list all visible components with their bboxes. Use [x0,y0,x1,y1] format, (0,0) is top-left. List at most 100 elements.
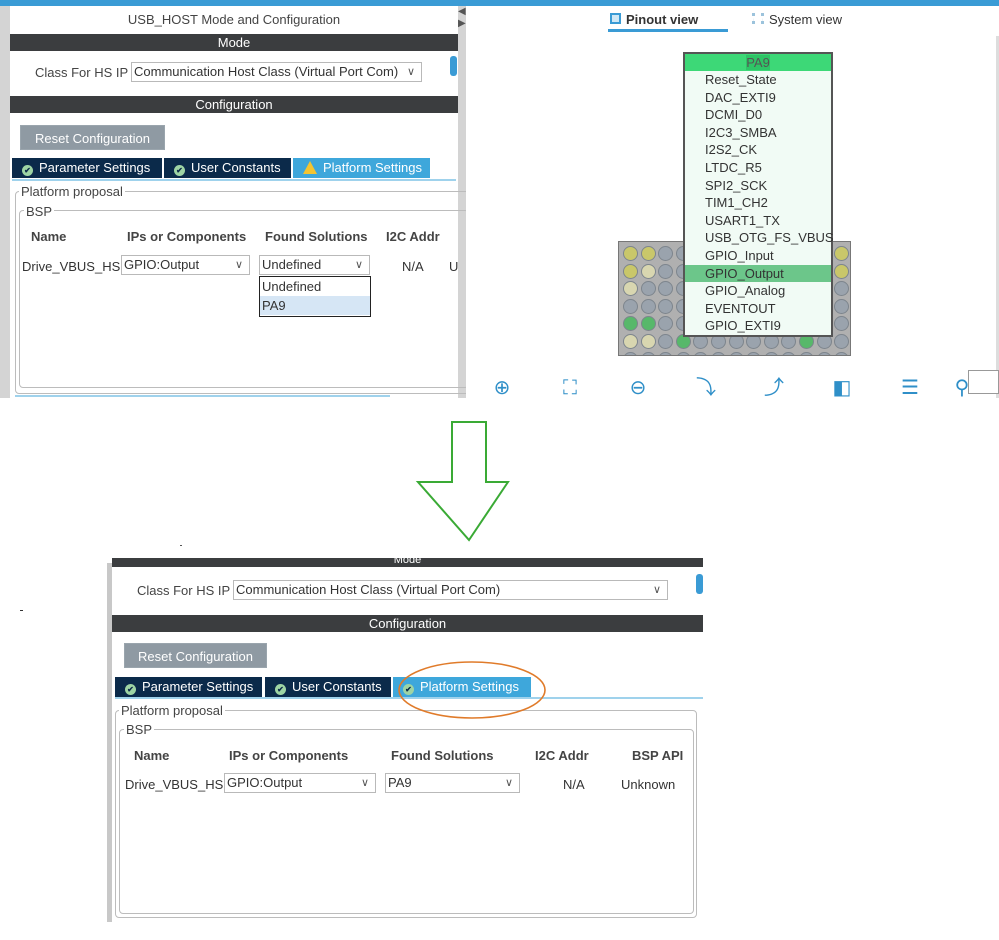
pin[interactable] [623,281,638,297]
pin[interactable] [658,298,674,314]
pin-menu-item[interactable]: GPIO_Analog [685,282,831,300]
pin-menu-item[interactable]: TIM1_CH2 [685,194,831,212]
pin[interactable] [623,316,638,332]
pin[interactable] [658,334,674,349]
option-undefined[interactable]: Undefined [260,277,370,296]
rotate-left-icon[interactable]: ⤴ [762,376,786,400]
flip-vertical-icon[interactable]: ◧ [830,376,854,400]
tab-platform-settings[interactable]: Platform Settings [293,158,430,178]
pin[interactable] [675,351,691,355]
zoom-in-icon[interactable]: ⊕ [490,376,514,400]
pin-menu-item[interactable]: EVENTOUT [685,300,831,318]
pin-menu-item[interactable]: GPIO_EXTI9 [685,317,831,335]
pin[interactable] [640,246,656,261]
platform-proposal-label: Platform proposal [119,703,225,718]
pin-menu-item[interactable]: Reset_State [685,71,831,89]
pin-menu-item[interactable]: SPI2_SCK [685,177,831,195]
pin[interactable] [816,351,832,355]
pin[interactable] [834,246,850,261]
pin[interactable] [623,246,638,261]
row-bsp-api-clipped: U [449,259,459,274]
pin[interactable] [781,351,797,355]
mode-header: Mode [112,558,703,567]
found-solutions-dropdown: Undefined PA9 [259,276,371,317]
pin-menu-item[interactable]: I2S2_CK [685,141,831,159]
pin[interactable] [746,351,762,355]
bsp-label: BSP [24,204,55,219]
pin-menu-item[interactable]: DCMI_D0 [685,106,831,124]
pin-menu-item[interactable]: I2C3_SMBA [685,124,831,142]
pin[interactable] [711,351,726,355]
option-pa9[interactable]: PA9 [260,296,370,315]
tab-parameter-settings[interactable]: ✔ Parameter Settings [12,158,162,178]
pin[interactable] [640,316,656,332]
pin[interactable] [658,351,674,355]
pin[interactable] [623,351,638,355]
tab-user-constants[interactable]: ✔ User Constants [164,158,291,178]
tab-pinout-view[interactable]: Pinout view [608,12,728,32]
pin[interactable] [658,281,674,297]
warning-icon [303,161,317,174]
pin[interactable] [799,351,814,355]
collapse-arrows[interactable]: ◀ ▶ [458,6,466,30]
pin[interactable] [834,316,850,332]
pin[interactable] [623,334,638,349]
pin[interactable] [623,263,638,279]
pin[interactable] [834,351,850,355]
class-select[interactable]: Communication Host Class (Virtual Port C… [233,580,668,600]
highlight-ellipse [398,661,546,719]
found-solutions-select[interactable]: PA9 ∨ [385,773,520,793]
col-bsp-api: BSP API [632,748,684,763]
class-select[interactable]: Communication Host Class (Virtual Port C… [131,62,422,82]
fit-screen-icon[interactable]: ⛶ [558,376,582,400]
pin[interactable] [834,334,850,349]
chevron-down-icon: ∨ [360,777,369,789]
reset-configuration-button[interactable]: Reset Configuration [124,643,267,668]
tab-system-view[interactable]: System view [750,12,842,27]
pinout-panel: Pinout view System view PA9 Reset_State D… [466,6,999,400]
pin[interactable] [658,263,674,279]
check-circle-icon: ✔ [174,165,185,176]
pin[interactable] [763,351,779,355]
found-solutions-select[interactable]: Undefined ∨ [259,255,370,275]
pin[interactable] [658,246,674,261]
pin-context-menu: PA9 Reset_State DAC_EXTI9 DCMI_D0 I2C3_SMBA… [683,52,834,337]
pin[interactable] [834,281,850,297]
before-config-panel: USB_HOST Mode and Configuration ◀ ▶ Mode … [0,6,475,398]
pin[interactable] [728,351,744,355]
scrollbar[interactable] [450,56,457,76]
pin[interactable] [640,351,656,355]
pin[interactable] [623,298,638,314]
ip-select[interactable]: GPIO:Output ∨ [224,773,376,793]
col-ips: IPs or Components [127,229,247,244]
panel-title: USB_HOST Mode and Configuration [127,12,341,27]
pin-menu-item[interactable]: GPIO_Output [685,264,831,283]
mode-header: Mode [10,34,458,51]
rotate-right-icon[interactable]: ⤵ [694,376,718,400]
tab-user-constants[interactable]: ✔ User Constants [265,677,391,697]
chip-icon [610,13,621,24]
pin[interactable] [640,281,656,297]
pin-menu-item[interactable]: USART1_TX [685,212,831,230]
scrollbar[interactable] [696,574,703,594]
pin[interactable] [693,351,709,355]
flip-horizontal-icon[interactable]: ☰ [898,376,922,400]
chevron-down-icon: ∨ [504,777,513,789]
pin[interactable] [834,263,850,279]
search-field[interactable] [968,370,999,394]
configuration-header: Configuration [10,96,458,113]
pin-menu-item[interactable]: LTDC_R5 [685,159,831,177]
pin[interactable] [640,334,656,349]
pin[interactable] [640,298,656,314]
pin[interactable] [658,316,674,332]
pin[interactable] [640,263,656,279]
reset-configuration-button[interactable]: Reset Configuration [20,125,165,150]
pin[interactable] [834,298,850,314]
zoom-out-icon[interactable]: ⊖ [626,376,650,400]
pin-menu-item[interactable]: DAC_EXTI9 [685,89,831,107]
ip-select[interactable]: GPIO:Output ∨ [121,255,250,275]
tab-parameter-settings[interactable]: ✔ Parameter Settings [115,677,262,697]
pin-menu-item[interactable]: GPIO_Input [685,247,831,265]
pin-menu-item[interactable]: USB_OTG_FS_VBUS [685,229,834,247]
check-circle-icon: ✔ [275,684,286,695]
